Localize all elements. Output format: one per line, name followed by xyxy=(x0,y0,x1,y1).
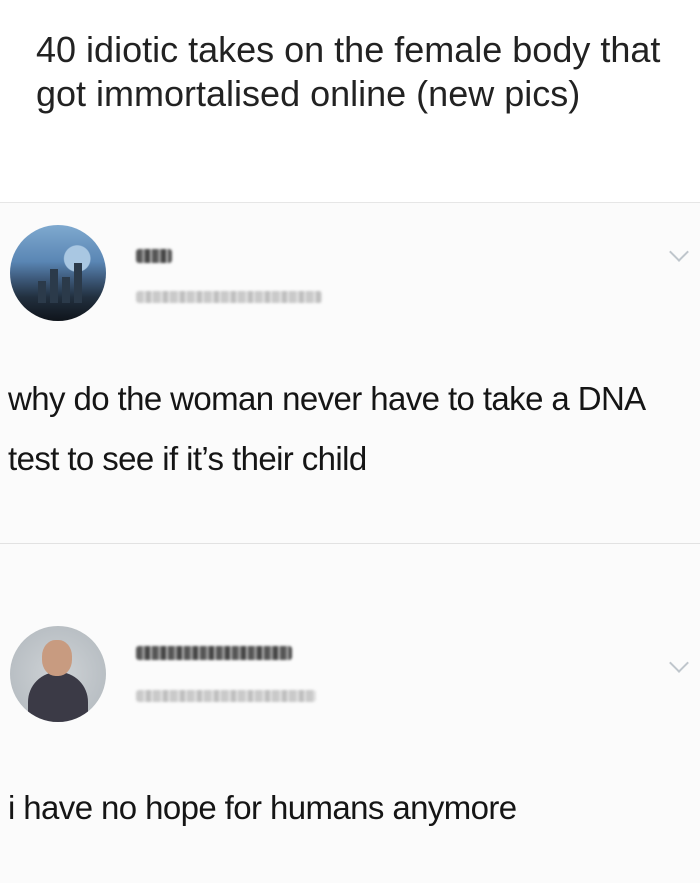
author-handle-redacted xyxy=(136,690,316,702)
author-name-redacted[interactable] xyxy=(136,249,172,263)
tweet-card: why do the woman never have to take a DN… xyxy=(0,203,700,543)
tweet-text: why do the woman never have to take a DN… xyxy=(8,380,644,477)
article-headline: 40 idiotic takes on the female body that… xyxy=(36,29,661,114)
author-name-redacted[interactable] xyxy=(136,646,292,660)
tweet-text: i have no hope for humans anymore xyxy=(8,789,517,826)
person-avatar-icon[interactable] xyxy=(10,626,106,722)
tweet-screenshot: why do the woman never have to take a DN… xyxy=(0,203,700,883)
city-skyline-avatar-icon[interactable] xyxy=(10,225,106,321)
chevron-down-icon[interactable] xyxy=(669,653,689,673)
tweet-card: i have no hope for humans anymore xyxy=(0,544,700,883)
chevron-down-icon[interactable] xyxy=(669,242,689,262)
author-handle-redacted xyxy=(136,291,322,303)
